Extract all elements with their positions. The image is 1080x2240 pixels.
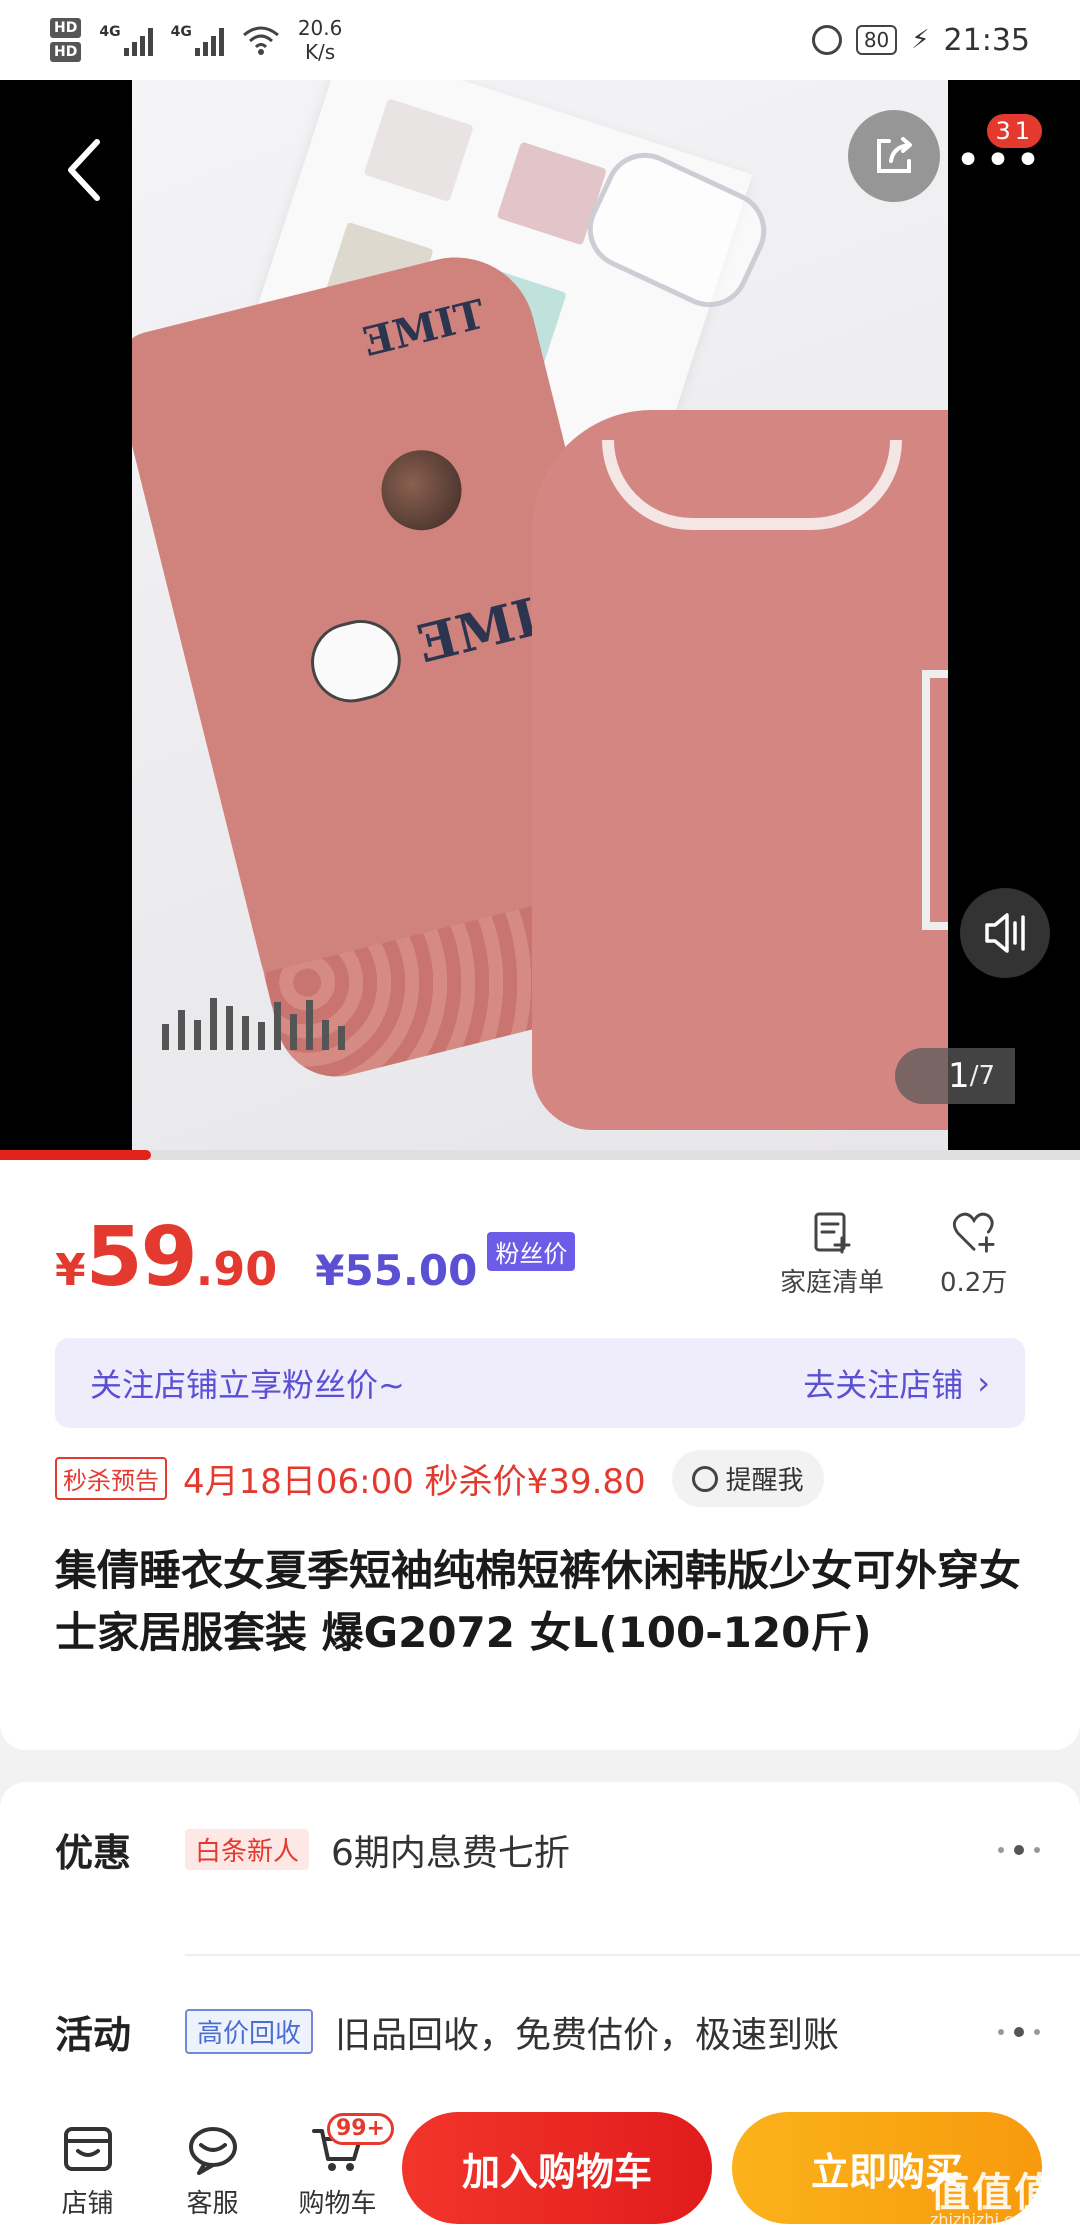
follow-store-banner[interactable]: 关注店铺立享粉丝价~ 去关注店铺 › xyxy=(55,1338,1025,1428)
gallery-progress-bar xyxy=(0,1150,1080,1160)
status-bar: HD HD 4G 4G 20.6 K/s 80 ⚡ 21:35 xyxy=(0,0,1080,80)
store-button[interactable]: 店铺 xyxy=(25,2121,150,2220)
follow-banner-text: 关注店铺立享粉丝价~ xyxy=(90,1366,405,1404)
more-button[interactable]: ••• 31 xyxy=(955,114,1042,200)
promo-tag: 白条新人 xyxy=(185,1829,310,1870)
signal-icon-2: 4G xyxy=(171,24,224,56)
heart-icon xyxy=(952,1212,995,1253)
cart-count-badge: 99+ xyxy=(326,2112,394,2145)
more-dots-icon xyxy=(998,1844,1040,1855)
clock-time: 21:35 xyxy=(943,22,1030,58)
activity-text: 旧品回收，免费估价，极速到账 xyxy=(335,2014,840,2056)
family-list-label: 家庭清单 xyxy=(780,1268,885,1298)
price-symbol: ¥ xyxy=(55,1245,86,1296)
share-icon xyxy=(877,137,912,173)
fan-price-tag: 粉丝价 xyxy=(487,1232,576,1271)
charging-icon: ⚡ xyxy=(911,25,930,55)
battery-icon: 80 xyxy=(855,25,898,55)
signal-icon: 4G xyxy=(99,24,153,56)
pajama-shirt xyxy=(532,410,948,1130)
gallery-progress-fill xyxy=(0,1150,152,1160)
hd-indicator: HD HD xyxy=(50,18,82,62)
list-add-icon xyxy=(814,1212,851,1254)
alarm-icon xyxy=(811,25,842,55)
divider xyxy=(185,1954,1080,1956)
product-image[interactable]: ƎMIT ƎMIT xyxy=(132,80,948,1160)
price-decimal: .90 xyxy=(195,1242,278,1296)
customer-service-button[interactable]: 客服 xyxy=(150,2121,275,2220)
back-button[interactable] xyxy=(50,130,120,210)
product-gallery[interactable]: ƎMIT ƎMIT ••• 31 1 /7 xyxy=(0,80,1080,1160)
wifi-icon xyxy=(242,26,279,55)
net-speed: 20.6 K/s xyxy=(297,16,343,64)
more-dots-icon xyxy=(998,2026,1040,2037)
chevron-left-icon xyxy=(68,139,100,201)
activity-tag: 高价回收 xyxy=(185,2009,314,2054)
audio-icon xyxy=(985,913,1025,953)
promo-label: 优惠 xyxy=(55,1831,132,1875)
cart-button[interactable]: 购物车 99+ xyxy=(275,2112,400,2220)
follow-store-link[interactable]: 去关注店铺 › xyxy=(803,1360,990,1406)
fan-price: ¥55.00 xyxy=(315,1246,478,1295)
price-integer: 59 xyxy=(85,1210,198,1305)
bottom-action-bar: 店铺 客服 购物车 99+ 加入购物车 立即购买 xyxy=(0,2100,1080,2240)
product-info-card: ¥ 59 .90 ¥55.00 粉丝价 家庭清单 0.2万 关注店铺立享粉丝价~… xyxy=(0,1160,1080,1750)
price-row: ¥ 59 .90 ¥55.00 粉丝价 xyxy=(55,1210,576,1305)
activity-label: 活动 xyxy=(55,2013,132,2057)
message-badge: 31 xyxy=(987,114,1042,148)
watermark-site: zhizhizhi.com xyxy=(930,2210,1039,2229)
alarm-clock-icon xyxy=(691,1465,718,1492)
sound-wave-graphic xyxy=(162,980,345,1050)
flash-sale-row: 秒杀预告 4月18日06:00 秒杀价¥39.80 提醒我 xyxy=(55,1450,824,1507)
flash-sale-tag: 秒杀预告 xyxy=(55,1457,167,1500)
chevron-right-icon: › xyxy=(977,1364,990,1402)
image-counter: 1/7 xyxy=(895,1048,1015,1104)
flash-sale-text: 4月18日06:00 秒杀价¥39.80 xyxy=(183,1462,646,1502)
family-list-button[interactable]: 家庭清单 xyxy=(780,1210,884,1299)
product-title: 集倩睡衣女夏季短袖纯棉短裤休闲韩版少女可外穿女士家居服套装 爆G2072 女L(… xyxy=(55,1546,1022,1657)
promo-text: 6期内息费七折 xyxy=(331,1832,570,1874)
favorite-count: 0.2万 xyxy=(940,1268,1008,1298)
store-icon xyxy=(63,2126,112,2171)
favorite-button[interactable]: 0.2万 xyxy=(940,1210,1007,1299)
promo-row[interactable]: 优惠 白条新人 6期内息费七折 xyxy=(55,1822,1040,1877)
remind-me-button[interactable]: 提醒我 xyxy=(671,1450,824,1507)
add-to-cart-button[interactable]: 加入购物车 xyxy=(402,2112,712,2224)
share-button[interactable] xyxy=(848,110,940,202)
audio-button[interactable] xyxy=(960,888,1050,978)
chat-bubble-icon xyxy=(188,2126,237,2175)
activity-row[interactable]: 活动 高价回收 旧品回收，免费估价，极速到账 xyxy=(55,2004,1040,2059)
